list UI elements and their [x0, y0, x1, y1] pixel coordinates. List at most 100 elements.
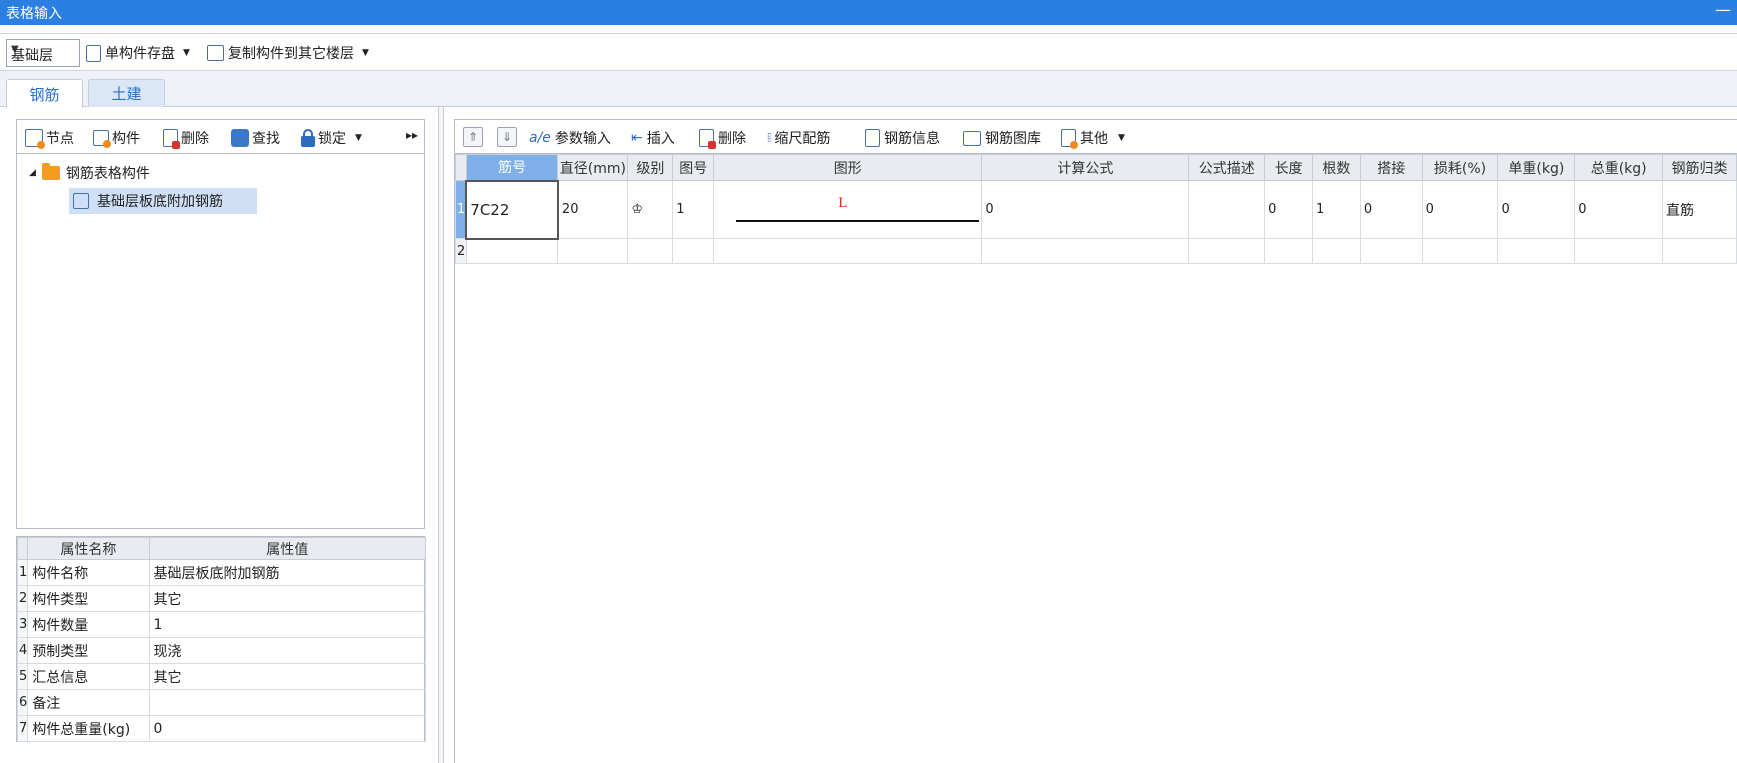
folder-icon — [41, 163, 60, 180]
header-shape[interactable]: 图形 — [713, 154, 983, 181]
insert-button[interactable]: ⇤ 插入 — [631, 127, 675, 149]
minimize-button[interactable]: — — [1715, 0, 1731, 19]
cell-fig-no[interactable] — [672, 238, 715, 264]
header-grade[interactable]: 级别 — [627, 154, 674, 181]
header-property-name: 属性名称 — [27, 537, 150, 560]
cell-loss[interactable] — [1421, 238, 1499, 264]
cell-lap[interactable]: 0 — [1359, 180, 1423, 239]
header-category[interactable]: 钢筋归类 — [1662, 154, 1737, 181]
param-input-button[interactable]: a/e 参数输入 — [529, 127, 611, 149]
cell-length[interactable]: 0 — [1264, 180, 1313, 239]
corner-cell — [16, 537, 29, 560]
property-value[interactable]: 现浇 — [148, 637, 426, 664]
chevron-down-icon: ▼ — [1118, 133, 1125, 143]
cell-bar-no[interactable] — [465, 238, 559, 264]
header-total-weight[interactable]: 总重(kg) — [1574, 154, 1664, 181]
table-row[interactable]: 1 7C22 20 ♔ 1 L 0 0 1 0 0 0 0 直筋 — [455, 179, 1737, 240]
header-formula-desc[interactable]: 公式描述 — [1188, 154, 1266, 181]
move-down-icon[interactable]: ⇓ — [497, 127, 517, 147]
cell-grade[interactable]: ♔ — [627, 180, 674, 239]
property-row[interactable]: 6 备注 — [16, 689, 426, 716]
move-up-icon[interactable]: ⇑ — [463, 127, 483, 147]
header-loss[interactable]: 损耗(%) — [1421, 154, 1499, 181]
property-row[interactable]: 3 构件数量 1 — [16, 611, 426, 638]
cell-formula[interactable]: 0 — [981, 180, 1190, 239]
rebar-info-button[interactable]: 钢筋信息 — [865, 127, 940, 149]
header-bar-no[interactable]: 筋号 — [465, 154, 559, 181]
grid-delete-button[interactable]: 删除 — [699, 127, 746, 149]
property-value[interactable]: 0 — [148, 715, 426, 742]
cell-total-weight[interactable] — [1574, 238, 1664, 264]
header-diameter[interactable]: 直径(mm) — [557, 154, 629, 181]
document-icon — [865, 129, 880, 147]
cell-length[interactable] — [1264, 238, 1313, 264]
tab-civil[interactable]: 土建 — [88, 79, 165, 107]
cell-bar-no[interactable]: 7C22 — [465, 179, 559, 240]
grid-toolbar: ⇑ ⇓ a/e 参数输入 ⇤ 插入 删除 ⦙⦙ 缩尺配筋 钢筋信息 钢筋图库 其… — [455, 120, 1737, 154]
more-arrow-icon[interactable]: ▸▸ — [406, 128, 418, 142]
cell-lap[interactable] — [1359, 238, 1423, 264]
property-row[interactable]: 2 构件类型 其它 — [16, 585, 426, 612]
delete-button[interactable]: 删除 — [163, 127, 209, 149]
save-component-button[interactable]: 单构件存盘 ▼ — [86, 41, 190, 65]
property-name: 构件类型 — [27, 585, 150, 612]
cell-diameter[interactable] — [557, 238, 629, 264]
header-count[interactable]: 根数 — [1312, 154, 1361, 181]
property-row[interactable]: 7 构件总重量(kg) 0 — [16, 715, 426, 742]
copy-to-floor-button[interactable]: 复制构件到其它楼层 ▼ — [207, 41, 369, 65]
header-unit-weight[interactable]: 单重(kg) — [1497, 154, 1576, 181]
property-value[interactable] — [148, 689, 426, 716]
cell-unit-weight[interactable]: 0 — [1497, 180, 1576, 239]
cell-formula-desc[interactable] — [1188, 238, 1266, 264]
row-index[interactable]: 2 — [455, 238, 467, 264]
header-fig-no[interactable]: 图号 — [672, 154, 715, 181]
save-component-label: 单构件存盘 — [105, 46, 175, 62]
component-button[interactable]: 构件 — [93, 127, 140, 149]
floor-select[interactable]: 基础层 ▼ — [6, 39, 80, 67]
find-button[interactable]: 查找 — [231, 127, 280, 149]
other-button[interactable]: 其他 ▼ — [1061, 127, 1125, 149]
panel-splitter[interactable] — [438, 107, 444, 763]
property-row[interactable]: 4 预制类型 现浇 — [16, 637, 426, 664]
cell-shape[interactable] — [713, 238, 983, 264]
property-row[interactable]: 1 构件名称 基础层板底附加钢筋 — [16, 559, 426, 586]
cell-category[interactable]: 直筋 — [1662, 180, 1737, 239]
header-lap[interactable]: 搭接 — [1359, 154, 1423, 181]
cell-grade[interactable] — [627, 238, 674, 264]
property-value[interactable]: 其它 — [148, 585, 426, 612]
tab-rebar[interactable]: 钢筋 — [6, 79, 83, 108]
property-name: 汇总信息 — [27, 663, 150, 690]
header-formula[interactable]: 计算公式 — [981, 154, 1190, 181]
property-value[interactable]: 基础层板底附加钢筋 — [148, 559, 426, 586]
cell-count[interactable] — [1312, 238, 1361, 264]
row-index[interactable]: 1 — [455, 180, 467, 239]
rebar-info-label: 钢筋信息 — [884, 131, 940, 147]
node-button[interactable]: 节点 — [25, 127, 74, 149]
cell-count[interactable]: 1 — [1312, 180, 1361, 239]
tree-child-item[interactable]: 基础层板底附加钢筋 — [69, 188, 257, 214]
row-index: 1 — [16, 559, 29, 586]
cell-diameter[interactable]: 20 — [557, 180, 629, 239]
expand-arrow-icon[interactable]: ◢ — [29, 168, 36, 178]
tab-bar: 钢筋 土建 — [0, 71, 1737, 108]
property-row[interactable]: 5 汇总信息 其它 — [16, 663, 426, 690]
property-value[interactable]: 1 — [148, 611, 426, 638]
cell-unit-weight[interactable] — [1497, 238, 1576, 264]
cell-formula-desc[interactable] — [1188, 180, 1266, 239]
cell-fig-no[interactable]: 1 — [672, 180, 715, 239]
chevron-down-icon: ▼ — [355, 133, 362, 143]
save-icon — [86, 44, 101, 62]
table-row[interactable]: 2 — [455, 238, 1737, 264]
scale-rebar-button[interactable]: ⦙⦙ 缩尺配筋 — [767, 127, 830, 149]
rebar-library-button[interactable]: 钢筋图库 — [963, 127, 1041, 149]
cell-total-weight[interactable]: 0 — [1574, 180, 1664, 239]
cell-shape[interactable]: L — [713, 180, 983, 239]
tree-root-item[interactable]: ◢ 钢筋表格构件 — [29, 162, 329, 184]
cell-formula[interactable] — [981, 238, 1190, 264]
cell-category[interactable] — [1662, 238, 1737, 264]
rebar-shape-figure: L — [715, 182, 981, 238]
header-length[interactable]: 长度 — [1264, 154, 1313, 181]
cell-loss[interactable]: 0 — [1421, 180, 1499, 239]
property-value[interactable]: 其它 — [148, 663, 426, 690]
lock-button[interactable]: 锁定 ▼ — [301, 127, 362, 149]
